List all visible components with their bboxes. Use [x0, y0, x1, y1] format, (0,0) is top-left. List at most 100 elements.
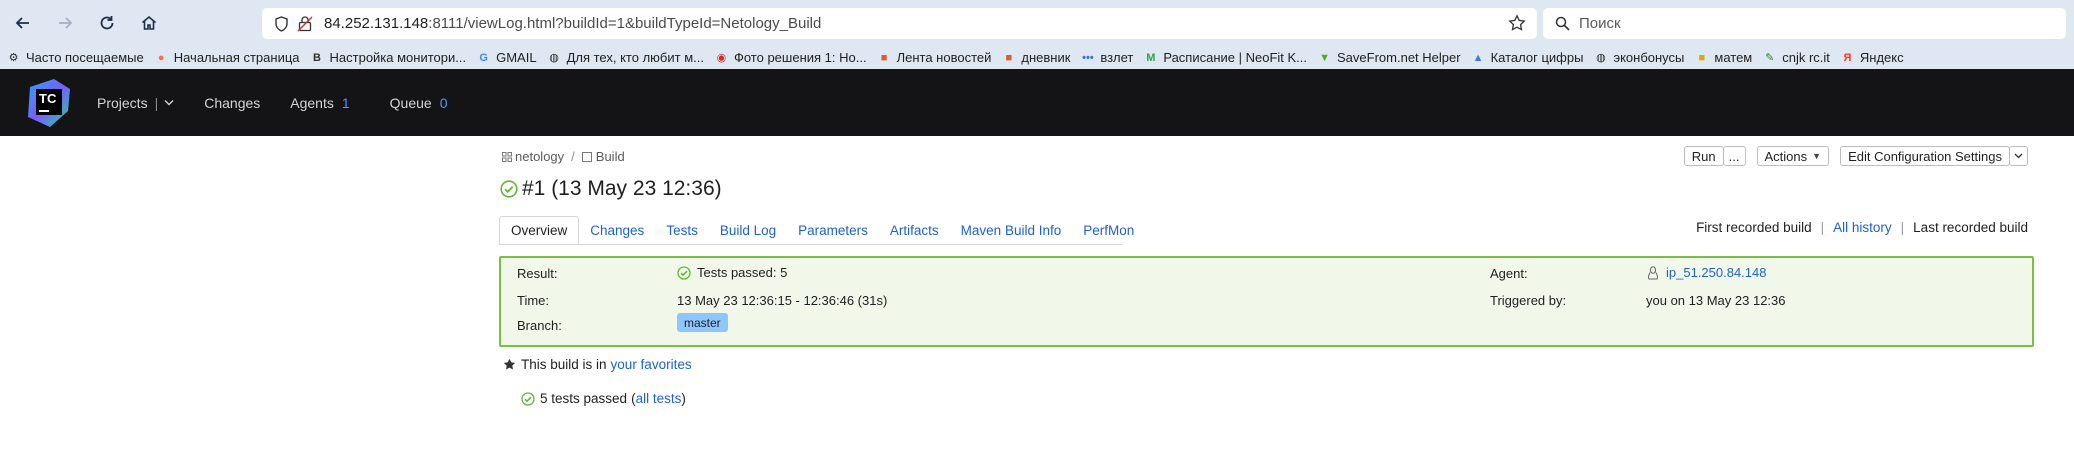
- all-tests-link[interactable]: all tests: [636, 391, 682, 406]
- chevron-down-icon[interactable]: [164, 98, 174, 108]
- tab-parameters[interactable]: Parameters: [787, 216, 879, 245]
- build-summary-panel: Result: Tests passed: 5 Time: 13 May 23 …: [499, 256, 2034, 347]
- nav-agents[interactable]: Agents 1: [290, 95, 349, 111]
- result-text[interactable]: Tests passed: 5: [697, 265, 787, 280]
- result-label: Result:: [517, 266, 558, 281]
- home-icon[interactable]: [130, 4, 168, 42]
- bookmark-item[interactable]: ◉ Фото решения 1: Но...: [714, 50, 867, 65]
- teamcity-logo[interactable]: TC: [24, 77, 74, 129]
- bookmark-item[interactable]: ◍ эконбонусы: [1593, 50, 1684, 65]
- favorites-prefix: This build is in: [521, 357, 607, 372]
- bookmark-label: Часто посещаемые: [26, 50, 144, 65]
- tab-tests[interactable]: Tests: [655, 216, 709, 245]
- forward-arrow-icon[interactable]: [46, 4, 84, 42]
- tab-maven-build-info[interactable]: Maven Build Info: [950, 216, 1073, 245]
- tab-changes[interactable]: Changes: [579, 216, 655, 245]
- bookmark-item[interactable]: ⚙ Часто посещаемые: [6, 50, 144, 65]
- all-history-link[interactable]: All history: [1833, 220, 1892, 235]
- bookmark-label: дневник: [1021, 50, 1071, 65]
- gear-icon: ⚙: [8, 52, 19, 64]
- nav-agents-label: Agents: [290, 94, 334, 111]
- caret-down-icon: ▼: [1812, 151, 1822, 161]
- math-icon: ■: [1698, 51, 1706, 64]
- catalog-icon: ▲: [1472, 51, 1484, 64]
- leaf-icon: ✎: [1765, 52, 1775, 64]
- google-icon: G: [479, 51, 488, 64]
- bookmark-label: взлет: [1100, 50, 1134, 65]
- address-bar[interactable]: 84.252.131.148:8111/viewLog.html?buildId…: [262, 8, 1537, 39]
- tab-perfmon[interactable]: PerfMon: [1072, 216, 1145, 245]
- actions-label: Actions: [1764, 148, 1808, 164]
- bookmark-star-icon[interactable]: [1507, 13, 1527, 33]
- edit-configuration-dropdown[interactable]: [2009, 146, 2028, 166]
- bookmark-item[interactable]: ••• взлет: [1080, 50, 1133, 65]
- branch-badge[interactable]: master: [677, 313, 728, 332]
- run-button[interactable]: Run: [1683, 146, 1724, 166]
- bookmark-item[interactable]: G GMAIL: [476, 50, 536, 65]
- bookmark-item[interactable]: B Настройка монитори...: [310, 50, 467, 65]
- bookmark-item[interactable]: ◍ Для тех, кто любит м...: [547, 50, 704, 65]
- breadcrumb-build-config[interactable]: Build: [596, 149, 625, 164]
- success-check-icon: [499, 180, 518, 199]
- news-icon: ■: [880, 51, 888, 64]
- bookmark-item[interactable]: ▼ SaveFrom.net Helper: [1317, 50, 1461, 65]
- bookmark-item[interactable]: ■ Лента новостей: [877, 50, 992, 65]
- tests-passed-text: 5 tests passed: [540, 391, 628, 406]
- search-field[interactable]: Поиск: [1543, 8, 2066, 39]
- nav-queue[interactable]: Queue 0: [390, 95, 448, 111]
- time-label: Time:: [517, 293, 550, 308]
- tab-build-log[interactable]: Build Log: [709, 216, 787, 245]
- run-custom-button[interactable]: ...: [1722, 146, 1746, 166]
- first-recorded-build-link[interactable]: First recorded build: [1696, 220, 1812, 235]
- build-actions-toolbar: Run ... Actions ▼ Edit Configuration Set…: [1673, 146, 2028, 166]
- bookmark-label: Настройка монитори...: [329, 50, 467, 65]
- queue-count: 0: [439, 94, 448, 111]
- nav-changes-label: Changes: [204, 94, 261, 111]
- last-recorded-build-link[interactable]: Last recorded build: [1913, 220, 2028, 235]
- bookmark-item[interactable]: ▲ Каталог цифры: [1471, 50, 1584, 65]
- breadcrumb-project[interactable]: netology: [515, 149, 564, 164]
- favorites-row: This build is in your favorites: [502, 357, 692, 372]
- star-icon[interactable]: [502, 358, 516, 372]
- agent-link[interactable]: ip_51.250.84.148: [1666, 265, 1766, 280]
- neofit-icon: M: [1146, 51, 1156, 64]
- bookmark-item[interactable]: Я Яндекс: [1840, 50, 1903, 65]
- bookmark-label: матем: [1714, 50, 1753, 65]
- result-value: Tests passed: 5: [677, 265, 787, 280]
- nav-projects[interactable]: Projects |: [97, 95, 174, 111]
- nav-queue-label: Queue: [389, 94, 432, 111]
- b-icon: B: [313, 51, 321, 64]
- bookmark-item[interactable]: ● Начальная страница: [154, 50, 300, 65]
- tests-close-paren: ): [681, 391, 686, 406]
- shield-icon[interactable]: [272, 15, 290, 33]
- agent-label: Agent:: [1490, 266, 1528, 281]
- reload-icon[interactable]: [88, 4, 126, 42]
- back-arrow-icon[interactable]: [4, 4, 42, 42]
- branch-label: Branch:: [517, 318, 562, 333]
- globe-icon: ◍: [1596, 52, 1606, 64]
- bookmark-item[interactable]: M Расписание | NeoFit K...: [1143, 50, 1307, 65]
- edit-configuration-button[interactable]: Edit Configuration Settings: [1840, 146, 2010, 166]
- bookmark-label: Лента новостей: [896, 50, 992, 65]
- bookmark-label: cnjk rc.it: [1782, 50, 1830, 65]
- insecure-lock-icon[interactable]: [296, 15, 314, 33]
- actions-group: Actions ▼: [1756, 146, 1830, 166]
- success-check-icon: [521, 391, 535, 406]
- favorites-link[interactable]: your favorites: [611, 357, 692, 372]
- triggered-label: Triggered by:: [1490, 293, 1567, 308]
- tab-overview[interactable]: Overview: [499, 216, 580, 245]
- tab-artifacts[interactable]: Artifacts: [879, 216, 950, 245]
- triggered-value: you on 13 May 23 12:36: [1646, 293, 1786, 308]
- run-button-group: Run ...: [1683, 146, 1746, 166]
- nav-separator: |: [154, 94, 159, 111]
- url-text[interactable]: 84.252.131.148:8111/viewLog.html?buildId…: [324, 15, 821, 32]
- bookmark-label: Расписание | NeoFit K...: [1163, 50, 1308, 65]
- bookmark-item[interactable]: ■ дневник: [1001, 50, 1071, 65]
- nav-changes[interactable]: Changes: [204, 95, 260, 111]
- actions-dropdown[interactable]: Actions ▼: [1756, 146, 1830, 166]
- time-value: 13 May 23 12:36:15 - 12:36:46 (31s): [677, 293, 888, 308]
- bookmark-item[interactable]: ✎ cnjk rc.it: [1762, 50, 1830, 65]
- agent-value: ip_51.250.84.148: [1646, 265, 1766, 280]
- success-check-icon: [677, 265, 691, 280]
- bookmark-item[interactable]: ■ матем: [1694, 50, 1753, 65]
